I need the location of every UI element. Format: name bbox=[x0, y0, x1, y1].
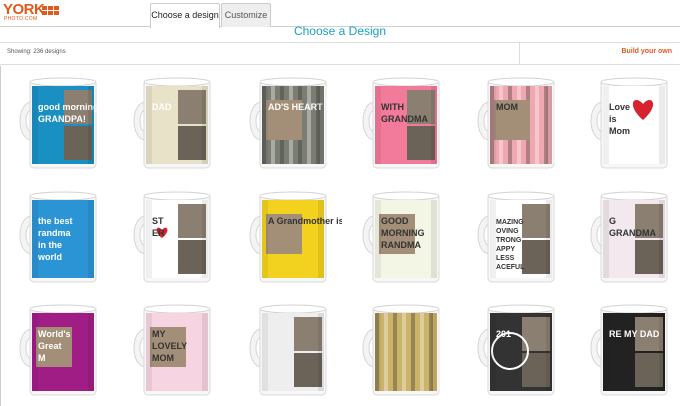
mug-design-with-grandma[interactable]: WITH GRANDMA bbox=[357, 74, 455, 174]
mug-text: LOVELY bbox=[152, 341, 187, 351]
mug-image: WITH GRANDMA bbox=[362, 77, 440, 169]
mug-text: Love bbox=[609, 102, 630, 112]
mug-text: DAD bbox=[152, 102, 172, 112]
mug-text: randma bbox=[38, 228, 72, 238]
design-count: Showing: 236 designs bbox=[7, 49, 66, 55]
mug-text: WITH bbox=[381, 102, 404, 112]
mug-text: Great bbox=[38, 341, 62, 351]
mug-design-best-grandma-world[interactable]: the best randma in the world bbox=[14, 188, 112, 288]
mug-text: MORNING bbox=[381, 228, 425, 238]
mug-text: ACEFUL bbox=[496, 264, 525, 271]
mug-design-dads-heart[interactable]: AD'S HEART bbox=[244, 74, 342, 174]
mug-image bbox=[249, 304, 327, 396]
mug-design-my-dad-collage[interactable]: RE MY DAD bbox=[585, 301, 680, 401]
mug-text: OVING bbox=[496, 228, 519, 235]
mug-text: APPY bbox=[496, 246, 515, 253]
mug-design-good-morning-grandma[interactable]: GOOD MORNING RANDMA bbox=[357, 188, 455, 288]
mug-text: AD'S HEART bbox=[268, 102, 323, 112]
design-grid: good morning GRANDPA! DAD AD'S HEART WITH GRA… bbox=[0, 66, 680, 406]
mug-image: A Grandmother is a gift bbox=[249, 191, 342, 283]
logo-subtext: PHOTO.COM bbox=[4, 16, 38, 22]
mug-text: LESS bbox=[496, 255, 515, 262]
mug-text: G bbox=[609, 216, 616, 226]
mug-text: MOM bbox=[152, 353, 174, 363]
mug-image bbox=[362, 304, 442, 396]
mug-design-monogram-dad[interactable]: DAD bbox=[128, 74, 226, 174]
mug-text: Mom bbox=[609, 126, 630, 136]
mug-text: GRANDPA! bbox=[38, 114, 86, 124]
mug-image: 201 bbox=[477, 304, 555, 396]
mug-text: A Grandmother is a gift bbox=[268, 216, 342, 226]
mug-text: the best bbox=[38, 216, 73, 226]
mug-image: World's Great M bbox=[19, 304, 97, 396]
mug-text: RE MY DAD bbox=[609, 329, 660, 339]
mug-design-grandma-pink[interactable]: G GRANDMA bbox=[585, 188, 680, 288]
mug-text: TRONG bbox=[496, 237, 522, 244]
mug-text: GRANDMA bbox=[609, 228, 656, 238]
mug-design-chevron-photos[interactable] bbox=[244, 301, 342, 401]
mug-image: AD'S HEART bbox=[249, 77, 329, 169]
mug-text: ER bbox=[152, 228, 165, 238]
mug-image: GOOD MORNING RANDMA bbox=[362, 191, 440, 283]
mug-design-good-morning-grandpa[interactable]: good morning GRANDPA! bbox=[14, 74, 112, 174]
mug-text: MAZING bbox=[496, 219, 524, 226]
mug-text: MOM bbox=[496, 102, 518, 112]
mug-image: good morningGRANDPA! bbox=[19, 77, 99, 169]
mug-design-mom-stripes[interactable]: MOM bbox=[472, 74, 570, 174]
mug-text: is bbox=[609, 114, 617, 124]
top-bar: YORK PHOTO.COM Choose a design Customize bbox=[0, 0, 680, 28]
mug-text: 201 bbox=[496, 329, 511, 339]
mug-image: G GRANDMA bbox=[590, 191, 668, 283]
mug-text: ST bbox=[152, 216, 164, 226]
info-bar: Showing: 236 designs Build your own bbox=[0, 42, 680, 65]
mug-image: MY LOVELY MOM bbox=[133, 304, 211, 396]
build-your-own-link[interactable]: Build your own bbox=[621, 48, 672, 55]
mug-design-chalkboard-201[interactable]: 201 bbox=[472, 301, 570, 401]
title-bar: Choose a Design bbox=[0, 24, 680, 41]
mug-image: the best randma in the world bbox=[19, 191, 97, 283]
mug-image: ST ER bbox=[133, 191, 211, 283]
mug-text: M bbox=[38, 353, 46, 363]
mug-image: MOM bbox=[477, 77, 557, 169]
mug-text: World's bbox=[38, 329, 70, 339]
mug-text: in the bbox=[38, 240, 62, 250]
mug-design-worlds-greatest-mom[interactable]: World's Great M bbox=[14, 301, 112, 401]
mug-design-amazing-loving-strong[interactable]: MAZING OVING TRONG APPY LESS ACEFUL bbox=[472, 188, 570, 288]
mug-text: world bbox=[37, 252, 62, 262]
mug-text: MY bbox=[152, 329, 166, 339]
logo-text: YORK bbox=[3, 1, 45, 18]
page-title: Choose a Design bbox=[293, 24, 387, 38]
divider bbox=[519, 43, 520, 65]
mug-image: RE MY DAD bbox=[590, 304, 668, 396]
yorkphoto-logo[interactable]: YORK PHOTO.COM bbox=[3, 2, 63, 24]
mug-text: RANDMA bbox=[381, 240, 421, 250]
mug-design-gold-stripes-photo[interactable] bbox=[357, 301, 455, 401]
mug-text: GOOD bbox=[381, 216, 409, 226]
mug-design-grandmother-gift[interactable]: A Grandmother is a gift bbox=[244, 188, 342, 288]
mug-design-best-father[interactable]: ST ER bbox=[128, 188, 226, 288]
mug-design-my-lovely-mom[interactable]: MY LOVELY MOM bbox=[128, 301, 226, 401]
mug-image: DAD bbox=[133, 77, 211, 169]
mug-image: MAZING OVING TRONG APPY LESS ACEFUL bbox=[477, 191, 555, 283]
mug-design-love-is-mom[interactable]: Love is Mom bbox=[585, 74, 680, 174]
mug-image: Love is Mom bbox=[590, 77, 668, 169]
mug-text: GRANDMA bbox=[381, 114, 428, 124]
